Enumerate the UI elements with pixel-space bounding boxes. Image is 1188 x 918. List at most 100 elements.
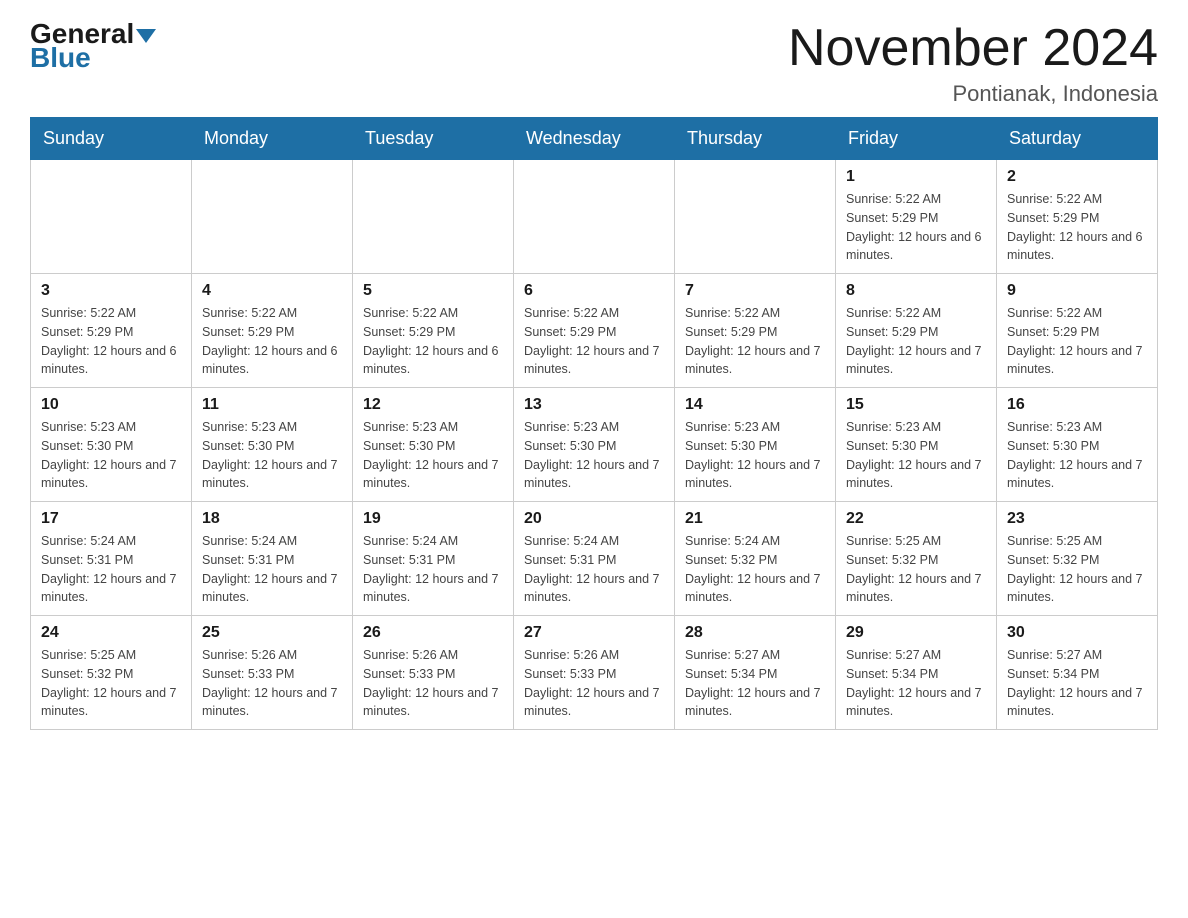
day-info: Sunrise: 5:27 AMSunset: 5:34 PMDaylight:… [1007, 646, 1147, 721]
day-number: 11 [202, 396, 342, 414]
day-info: Sunrise: 5:22 AMSunset: 5:29 PMDaylight:… [524, 304, 664, 379]
calendar-cell [514, 160, 675, 274]
calendar-cell: 16 Sunrise: 5:23 AMSunset: 5:30 PMDayligh… [997, 388, 1158, 502]
calendar-week-row: 24Sunrise: 5:25 AMSunset: 5:32 PMDayligh… [31, 616, 1158, 730]
calendar-week-row: 17 Sunrise: 5:24 AMSunset: 5:31 PMDayligh… [31, 502, 1158, 616]
calendar-cell: 28 Sunrise: 5:27 AMSunset: 5:34 PMDayligh… [675, 616, 836, 730]
day-info: Sunrise: 5:23 AMSunset: 5:30 PMDaylight:… [41, 418, 181, 493]
calendar-header-tuesday: Tuesday [353, 118, 514, 160]
day-number: 17 [41, 510, 181, 528]
calendar-cell [192, 160, 353, 274]
day-number: 1 [846, 168, 986, 186]
calendar-cell: 13 Sunrise: 5:23 AMSunset: 5:30 PMDayligh… [514, 388, 675, 502]
day-info: Sunrise: 5:22 AMSunset: 5:29 PMDaylight:… [1007, 190, 1147, 265]
calendar-cell: 29Sunrise: 5:27 AMSunset: 5:34 PMDayligh… [836, 616, 997, 730]
day-info: Sunrise: 5:22 AMSunset: 5:29 PMDaylight:… [846, 304, 986, 379]
calendar-cell [31, 160, 192, 274]
calendar-cell: 30Sunrise: 5:27 AMSunset: 5:34 PMDayligh… [997, 616, 1158, 730]
day-number: 21 [685, 510, 825, 528]
month-title: November 2024 [788, 20, 1158, 77]
day-info: Sunrise: 5:24 AMSunset: 5:31 PMDaylight:… [202, 532, 342, 607]
day-number: 26 [363, 624, 503, 642]
day-number: 14 [685, 396, 825, 414]
calendar-table: SundayMondayTuesdayWednesdayThursdayFrid… [30, 117, 1158, 730]
day-info: Sunrise: 5:23 AMSunset: 5:30 PMDaylight:… [524, 418, 664, 493]
day-number: 18 [202, 510, 342, 528]
calendar-header-thursday: Thursday [675, 118, 836, 160]
page-header: General Blue November 2024 Pontianak, In… [30, 20, 1158, 107]
day-number: 16 [1007, 396, 1147, 414]
day-number: 13 [524, 396, 664, 414]
day-number: 4 [202, 282, 342, 300]
calendar-week-row: 3 Sunrise: 5:22 AMSunset: 5:29 PMDaylight… [31, 274, 1158, 388]
calendar-cell: 25 Sunrise: 5:26 AMSunset: 5:33 PMDayligh… [192, 616, 353, 730]
calendar-cell: 23 Sunrise: 5:25 AMSunset: 5:32 PMDayligh… [997, 502, 1158, 616]
day-info: Sunrise: 5:25 AMSunset: 5:32 PMDaylight:… [1007, 532, 1147, 607]
calendar-week-row: 10 Sunrise: 5:23 AMSunset: 5:30 PMDayligh… [31, 388, 1158, 502]
day-info: Sunrise: 5:24 AMSunset: 5:31 PMDaylight:… [363, 532, 503, 607]
day-info: Sunrise: 5:22 AMSunset: 5:29 PMDaylight:… [41, 304, 181, 379]
day-info: Sunrise: 5:22 AMSunset: 5:29 PMDaylight:… [846, 190, 986, 265]
day-number: 27 [524, 624, 664, 642]
calendar-cell: 21 Sunrise: 5:24 AMSunset: 5:32 PMDayligh… [675, 502, 836, 616]
calendar-cell: 22 Sunrise: 5:25 AMSunset: 5:32 PMDayligh… [836, 502, 997, 616]
title-block: November 2024 Pontianak, Indonesia [788, 20, 1158, 107]
day-number: 6 [524, 282, 664, 300]
calendar-week-row: 1 Sunrise: 5:22 AMSunset: 5:29 PMDaylight… [31, 160, 1158, 274]
day-info: Sunrise: 5:24 AMSunset: 5:32 PMDaylight:… [685, 532, 825, 607]
calendar-cell: 5 Sunrise: 5:22 AMSunset: 5:29 PMDaylight… [353, 274, 514, 388]
day-info: Sunrise: 5:23 AMSunset: 5:30 PMDaylight:… [685, 418, 825, 493]
day-number: 28 [685, 624, 825, 642]
day-info: Sunrise: 5:24 AMSunset: 5:31 PMDaylight:… [524, 532, 664, 607]
location: Pontianak, Indonesia [788, 81, 1158, 107]
day-number: 10 [41, 396, 181, 414]
calendar-cell: 27 Sunrise: 5:26 AMSunset: 5:33 PMDayligh… [514, 616, 675, 730]
calendar-cell: 6 Sunrise: 5:22 AMSunset: 5:29 PMDaylight… [514, 274, 675, 388]
calendar-cell: 10 Sunrise: 5:23 AMSunset: 5:30 PMDayligh… [31, 388, 192, 502]
calendar-header-friday: Friday [836, 118, 997, 160]
day-info: Sunrise: 5:26 AMSunset: 5:33 PMDaylight:… [524, 646, 664, 721]
calendar-cell: 20 Sunrise: 5:24 AMSunset: 5:31 PMDayligh… [514, 502, 675, 616]
day-info: Sunrise: 5:27 AMSunset: 5:34 PMDaylight:… [846, 646, 986, 721]
calendar-header-saturday: Saturday [997, 118, 1158, 160]
day-number: 25 [202, 624, 342, 642]
calendar-cell [353, 160, 514, 274]
day-number: 20 [524, 510, 664, 528]
day-info: Sunrise: 5:27 AMSunset: 5:34 PMDaylight:… [685, 646, 825, 721]
day-info: Sunrise: 5:22 AMSunset: 5:29 PMDaylight:… [363, 304, 503, 379]
logo-blue: Blue [30, 44, 91, 72]
calendar-cell: 26Sunrise: 5:26 AMSunset: 5:33 PMDayligh… [353, 616, 514, 730]
calendar-header-monday: Monday [192, 118, 353, 160]
day-number: 22 [846, 510, 986, 528]
calendar-cell: 19 Sunrise: 5:24 AMSunset: 5:31 PMDayligh… [353, 502, 514, 616]
calendar-cell: 15 Sunrise: 5:23 AMSunset: 5:30 PMDayligh… [836, 388, 997, 502]
calendar-cell: 11Sunrise: 5:23 AMSunset: 5:30 PMDayligh… [192, 388, 353, 502]
calendar-cell: 7Sunrise: 5:22 AMSunset: 5:29 PMDaylight… [675, 274, 836, 388]
calendar-cell [675, 160, 836, 274]
calendar-cell: 14 Sunrise: 5:23 AMSunset: 5:30 PMDayligh… [675, 388, 836, 502]
day-number: 19 [363, 510, 503, 528]
day-info: Sunrise: 5:23 AMSunset: 5:30 PMDaylight:… [1007, 418, 1147, 493]
calendar-header-row: SundayMondayTuesdayWednesdayThursdayFrid… [31, 118, 1158, 160]
calendar-cell: 12 Sunrise: 5:23 AMSunset: 5:30 PMDayligh… [353, 388, 514, 502]
day-number: 23 [1007, 510, 1147, 528]
calendar-cell: 24Sunrise: 5:25 AMSunset: 5:32 PMDayligh… [31, 616, 192, 730]
calendar-cell: 1 Sunrise: 5:22 AMSunset: 5:29 PMDaylight… [836, 160, 997, 274]
day-number: 7 [685, 282, 825, 300]
day-info: Sunrise: 5:23 AMSunset: 5:30 PMDaylight:… [846, 418, 986, 493]
day-info: Sunrise: 5:26 AMSunset: 5:33 PMDaylight:… [202, 646, 342, 721]
day-number: 12 [363, 396, 503, 414]
day-number: 5 [363, 282, 503, 300]
day-info: Sunrise: 5:25 AMSunset: 5:32 PMDaylight:… [846, 532, 986, 607]
day-number: 3 [41, 282, 181, 300]
day-info: Sunrise: 5:22 AMSunset: 5:29 PMDaylight:… [1007, 304, 1147, 379]
calendar-cell: 9 Sunrise: 5:22 AMSunset: 5:29 PMDaylight… [997, 274, 1158, 388]
calendar-cell: 18 Sunrise: 5:24 AMSunset: 5:31 PMDayligh… [192, 502, 353, 616]
day-number: 9 [1007, 282, 1147, 300]
day-number: 15 [846, 396, 986, 414]
calendar-cell: 4Sunrise: 5:22 AMSunset: 5:29 PMDaylight… [192, 274, 353, 388]
day-info: Sunrise: 5:23 AMSunset: 5:30 PMDaylight:… [363, 418, 503, 493]
calendar-cell: 17 Sunrise: 5:24 AMSunset: 5:31 PMDayligh… [31, 502, 192, 616]
calendar-cell: 3 Sunrise: 5:22 AMSunset: 5:29 PMDaylight… [31, 274, 192, 388]
day-info: Sunrise: 5:24 AMSunset: 5:31 PMDaylight:… [41, 532, 181, 607]
